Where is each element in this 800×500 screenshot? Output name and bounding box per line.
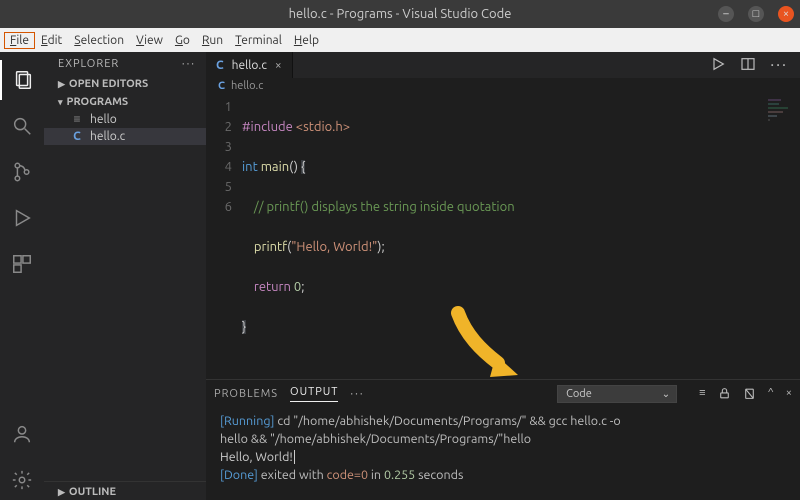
run-button-icon[interactable] [710, 56, 726, 74]
lock-icon[interactable] [718, 387, 731, 400]
menu-view[interactable]: View [130, 32, 169, 49]
window-title: hello.c - Programs - Visual Studio Code [289, 7, 512, 21]
editor-more-icon[interactable]: ··· [770, 56, 788, 74]
panel-more-tabs-icon[interactable]: ··· [350, 388, 364, 400]
chevron-down-icon: ⌄ [662, 388, 670, 400]
label-outline: OUTLINE [69, 486, 116, 498]
activity-account-icon[interactable] [0, 414, 44, 454]
file-label: hello [90, 113, 117, 126]
menu-selection[interactable]: Selection [68, 32, 130, 49]
chevron-down-icon: ▾ [58, 97, 63, 108]
editor-tab-hello-c[interactable]: C hello.c × [206, 52, 293, 78]
activity-scm-icon[interactable] [0, 152, 44, 192]
file-label: hello.c [90, 130, 125, 143]
breadcrumb[interactable]: C hello.c [206, 78, 800, 94]
menu-run[interactable]: Run [196, 32, 229, 49]
panel-close-icon[interactable]: × [786, 387, 792, 400]
caret-icon [294, 450, 295, 464]
panel-tab-output[interactable]: OUTPUT [290, 386, 338, 402]
menu-terminal[interactable]: Terminal [229, 32, 288, 49]
panel-maximize-icon[interactable]: ^ [768, 387, 774, 400]
window-maximize-button[interactable]: □ [748, 6, 764, 22]
chevron-right-icon: ▶ [58, 487, 65, 498]
output-content[interactable]: [Running] cd "/home/abhishek/Documents/P… [206, 408, 800, 488]
tab-label: hello.c [232, 59, 267, 72]
code-editor[interactable]: 1 2 3 4 5 6 #include <stdio.h> int main(… [206, 95, 800, 379]
window-minimize-button[interactable]: – [718, 6, 734, 22]
tab-close-icon[interactable]: × [275, 59, 282, 72]
label-programs: PROGRAMS [67, 96, 129, 108]
activity-run-icon[interactable] [0, 198, 44, 238]
split-editor-icon[interactable] [740, 56, 756, 74]
activity-explorer-icon[interactable] [0, 60, 44, 100]
menu-bar: File Edit Selection View Go Run Terminal… [0, 28, 800, 52]
activity-extensions-icon[interactable] [0, 244, 44, 284]
section-open-editors[interactable]: ▶ OPEN EDITORS [44, 74, 206, 92]
menu-file[interactable]: File [4, 32, 35, 49]
breadcrumb-label: hello.c [231, 80, 263, 92]
activity-settings-icon[interactable] [0, 460, 44, 500]
window-close-button[interactable]: × [778, 6, 794, 22]
section-outline[interactable]: ▶ OUTLINE [44, 481, 206, 500]
list-icon[interactable]: ≡ [699, 387, 705, 400]
select-value: Code [566, 388, 592, 400]
explorer-more-icon[interactable]: ··· [182, 58, 196, 70]
activity-search-icon[interactable] [0, 106, 44, 146]
menu-go[interactable]: Go [169, 32, 196, 49]
menu-help[interactable]: Help [288, 32, 325, 49]
file-item-hello-c[interactable]: C hello.c [44, 128, 206, 145]
label-open-editors: OPEN EDITORS [69, 78, 148, 90]
explorer-title: EXPLORER [58, 58, 119, 70]
output-channel-select[interactable]: Code ⌄ [557, 385, 677, 403]
chevron-right-icon: ▶ [58, 79, 65, 90]
c-file-icon: C [70, 130, 84, 143]
menu-edit[interactable]: Edit [35, 32, 68, 49]
bottom-panel: PROBLEMS OUTPUT ··· Code ⌄ ≡ ^ [206, 379, 800, 500]
line-number-gutter: 1 2 3 4 5 6 [206, 97, 242, 377]
minimap[interactable] [768, 99, 790, 169]
file-item-hello[interactable]: ≡ hello [44, 110, 206, 128]
clear-output-icon[interactable] [743, 387, 756, 400]
panel-tab-problems[interactable]: PROBLEMS [214, 388, 278, 400]
c-file-icon: C [218, 80, 225, 92]
binary-file-icon: ≡ [70, 112, 84, 126]
c-file-icon: C [216, 59, 224, 72]
section-programs[interactable]: ▾ PROGRAMS [44, 92, 206, 110]
explorer-sidebar: EXPLORER ··· ▶ OPEN EDITORS ▾ PROGRAMS ≡… [44, 52, 206, 500]
code-content: #include <stdio.h> int main() { // print… [242, 97, 515, 377]
